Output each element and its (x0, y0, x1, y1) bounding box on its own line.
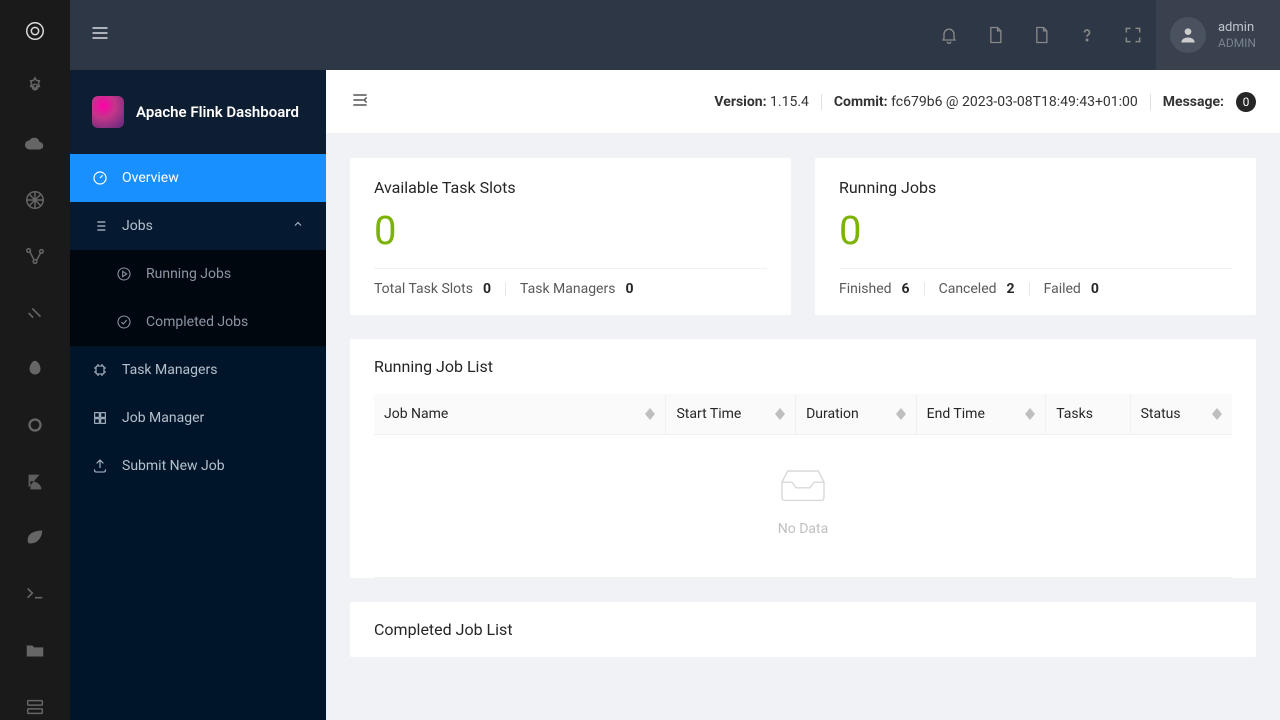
outer-rail (0, 0, 70, 720)
sidebar-title-text: Apache Flink Dashboard (136, 103, 299, 121)
col-status[interactable]: Status (1130, 394, 1232, 434)
folder-icon[interactable] (19, 637, 51, 663)
col-duration[interactable]: Duration (795, 394, 916, 434)
version-value: 1.15.4 (770, 94, 809, 110)
terminal-icon[interactable] (19, 581, 51, 607)
col-start-time[interactable]: Start Time (665, 394, 795, 434)
nav-running-jobs-label: Running Jobs (146, 266, 231, 282)
finished-label: Finished (839, 281, 892, 297)
egg-icon[interactable] (19, 356, 51, 382)
avatar-icon (1170, 17, 1206, 53)
menu-fold-icon[interactable] (350, 90, 370, 114)
check-circle-icon (116, 314, 132, 330)
page-bar: Version: 1.15.4 Commit: fc679b6 @ 2023-0… (326, 70, 1280, 134)
sort-icon (896, 408, 906, 420)
top-header: admin ADMIN (70, 0, 1280, 70)
nav-jobs-label: Jobs (122, 218, 153, 234)
no-data-text: No Data (778, 521, 828, 537)
card-slots-title: Available Task Slots (374, 178, 767, 197)
col-tasks[interactable]: Tasks (1045, 394, 1129, 434)
file-icon[interactable] (972, 12, 1018, 58)
total-slots-label: Total Task Slots (374, 281, 473, 297)
play-circle-icon (116, 266, 132, 282)
hamburger-icon[interactable] (90, 23, 110, 47)
card-running-jobs: Running Jobs 0 Finished 6 Canceled 2 Fai… (815, 158, 1256, 315)
nav-task-managers[interactable]: Task Managers (70, 346, 326, 394)
sidebar-title: Apache Flink Dashboard (70, 70, 326, 154)
nav-task-managers-label: Task Managers (122, 362, 217, 378)
failed-value: 0 (1091, 281, 1099, 297)
flink-logo-icon (92, 96, 124, 128)
gear-icon[interactable] (19, 74, 51, 100)
chevron-up-icon (292, 218, 304, 234)
server-icon[interactable] (19, 694, 51, 720)
card-slots-value: 0 (374, 207, 767, 254)
completed-job-list-panel: Completed Job List (350, 602, 1256, 657)
user-name: admin (1218, 20, 1256, 37)
kibana-icon[interactable] (19, 469, 51, 495)
list-icon (92, 218, 108, 234)
empty-box-icon (775, 465, 831, 509)
link-icon[interactable] (19, 300, 51, 326)
card-jobs-value: 0 (839, 207, 1232, 254)
chip-icon (92, 362, 108, 378)
finished-value: 6 (902, 281, 910, 297)
running-job-list-title: Running Job List (350, 339, 1256, 394)
sort-icon (1025, 408, 1035, 420)
message-label: Message: (1163, 94, 1224, 110)
leaf-icon[interactable] (19, 525, 51, 551)
nav-job-manager[interactable]: Job Manager (70, 394, 326, 442)
user-role: ADMIN (1218, 36, 1256, 50)
task-managers-value: 0 (625, 281, 633, 297)
failed-label: Failed (1044, 281, 1081, 297)
nav-overview-label: Overview (122, 170, 179, 186)
nav-running-jobs[interactable]: Running Jobs (70, 250, 326, 298)
file-icon-2[interactable] (1018, 12, 1064, 58)
canceled-label: Canceled (939, 281, 997, 297)
version-label: Version: (714, 94, 766, 110)
help-icon[interactable] (1064, 12, 1110, 58)
nav-jobs-group[interactable]: Jobs (70, 202, 326, 250)
sort-icon (645, 408, 655, 420)
fullscreen-icon[interactable] (1110, 12, 1156, 58)
completed-job-list-title: Completed Job List (350, 602, 1256, 657)
total-slots-value: 0 (483, 281, 491, 297)
col-job-name[interactable]: Job Name (374, 394, 665, 434)
ring-icon[interactable] (19, 412, 51, 438)
canceled-value: 2 (1007, 281, 1015, 297)
nav-job-manager-label: Job Manager (122, 410, 204, 426)
col-end-time[interactable]: End Time (916, 394, 1046, 434)
nav-completed-jobs[interactable]: Completed Jobs (70, 298, 326, 346)
grid-icon (92, 410, 108, 426)
cloud-icon[interactable] (19, 131, 51, 157)
nav-overview[interactable]: Overview (70, 154, 326, 202)
upload-icon (92, 458, 108, 474)
graph-icon[interactable] (19, 243, 51, 269)
running-job-list-panel: Running Job List Job Name Start Time Dur… (350, 339, 1256, 578)
dashboard-icon (92, 170, 108, 186)
sidebar: Apache Flink Dashboard Overview Jobs (70, 70, 326, 720)
kubernetes-icon[interactable] (19, 187, 51, 213)
bell-icon[interactable] (926, 12, 972, 58)
commit-value: fc679b6 @ 2023-03-08T18:49:43+01:00 (891, 94, 1138, 110)
empty-state: No Data (374, 435, 1232, 578)
sort-icon (1212, 408, 1222, 420)
message-count-badge[interactable]: 0 (1236, 92, 1256, 112)
card-available-task-slots: Available Task Slots 0 Total Task Slots … (350, 158, 791, 315)
commit-label: Commit: (834, 94, 888, 110)
product-logo-icon[interactable] (19, 18, 51, 44)
sort-icon (775, 408, 785, 420)
task-managers-label: Task Managers (520, 281, 615, 297)
user-menu[interactable]: admin ADMIN (1156, 0, 1280, 70)
nav-completed-jobs-label: Completed Jobs (146, 314, 248, 330)
nav-submit-new-job-label: Submit New Job (122, 458, 225, 474)
table-header: Job Name Start Time Duration End Time Ta… (374, 394, 1232, 435)
main-content: Version: 1.15.4 Commit: fc679b6 @ 2023-0… (326, 70, 1280, 720)
nav-submit-new-job[interactable]: Submit New Job (70, 442, 326, 490)
card-jobs-title: Running Jobs (839, 178, 1232, 197)
